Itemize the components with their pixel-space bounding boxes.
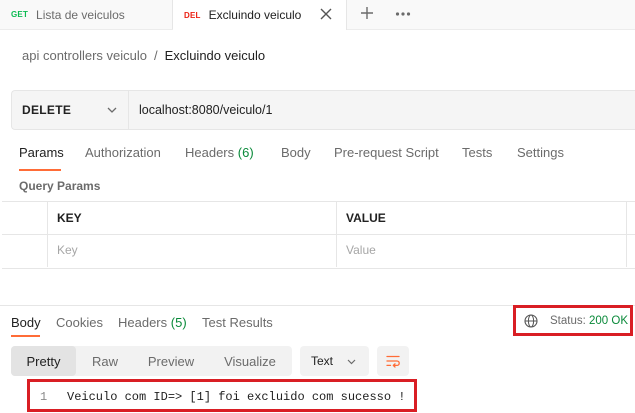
column-header-value: VALUE [346, 211, 386, 225]
tab-headers[interactable]: Headers (6) [185, 145, 254, 160]
line-number: 1 [40, 390, 48, 404]
table-column-divider [47, 201, 48, 267]
response-body-text: Veiculo com ID=> [1] foi excluido com su… [67, 390, 406, 404]
status-label: Status: [550, 315, 586, 327]
request-url-bar: DELETE [11, 90, 635, 130]
method-select[interactable]: DELETE [12, 91, 129, 129]
breadcrumb: api controllers veiculo / Excluindo veic… [22, 48, 265, 63]
more-icon[interactable] [394, 6, 412, 22]
globe-icon[interactable] [524, 314, 538, 328]
tab-excluindo-veiculo[interactable]: DEL Excluindo veiculo [173, 0, 347, 30]
active-tab-indicator [19, 169, 61, 171]
wrap-lines-icon [386, 355, 400, 368]
tab-headers-label: Headers [185, 145, 235, 160]
format-toggle-group: Pretty Raw Preview Visualize [11, 346, 292, 376]
status-highlight: Status: 200 OK [513, 305, 633, 336]
response-tab-headers[interactable]: Headers (5) [118, 315, 187, 330]
tab-headers-count: (6) [237, 145, 254, 160]
query-params-title: Query Params [19, 179, 101, 193]
query-params-table [2, 201, 635, 269]
tab-method-get: GET [11, 10, 29, 19]
tab-body[interactable]: Body [281, 145, 311, 160]
table-row-divider [2, 234, 635, 235]
tab-authorization[interactable]: Authorization [85, 145, 161, 160]
response-type-select[interactable]: Text [300, 346, 369, 376]
breadcrumb-separator: / [154, 48, 158, 63]
breadcrumb-current: Excluindo veiculo [164, 48, 266, 63]
table-column-divider [626, 201, 627, 267]
tab-bar: GET Lista de veiculos DEL Excluindo veic… [0, 0, 635, 30]
table-column-divider [336, 201, 337, 267]
param-key-input[interactable]: Key [57, 243, 78, 257]
chevron-down-icon [107, 107, 117, 113]
tab-method-del: DEL [184, 10, 201, 20]
response-type-value: Text [311, 354, 334, 368]
request-tabs: Params Authorization Headers (6) Body Pr… [0, 140, 635, 170]
tab-tests[interactable]: Tests [462, 145, 492, 160]
plus-icon[interactable] [358, 4, 376, 22]
method-select-value: DELETE [22, 103, 72, 117]
chevron-down-icon [347, 359, 356, 365]
format-preview-button[interactable]: Preview [134, 346, 208, 376]
tab-params[interactable]: Params [19, 145, 64, 160]
response-tab-cookies[interactable]: Cookies [56, 315, 103, 330]
response-tab-headers-label: Headers [118, 315, 168, 330]
status-indicator[interactable]: Status: 200 OK [550, 315, 628, 327]
url-input[interactable] [129, 91, 635, 129]
response-body-highlight: 1 Veiculo com ID=> [1] foi excluido com … [27, 379, 417, 412]
column-header-key: KEY [57, 211, 82, 225]
status-value: 200 OK [589, 315, 629, 327]
response-tab-headers-count: (5) [170, 315, 187, 330]
tab-lista-de-veiculos[interactable]: GET Lista de veiculos [0, 0, 173, 29]
tab-settings[interactable]: Settings [517, 145, 564, 160]
response-tab-test-results[interactable]: Test Results [202, 315, 273, 330]
breadcrumb-parent[interactable]: api controllers veiculo [22, 48, 147, 63]
response-tab-body[interactable]: Body [11, 315, 41, 330]
format-visualize-button[interactable]: Visualize [208, 346, 292, 376]
tab-label: Lista de veiculos [36, 7, 125, 22]
tab-label: Excluindo veiculo [208, 8, 302, 22]
close-icon[interactable] [318, 6, 334, 22]
param-value-input[interactable]: Value [346, 243, 376, 257]
format-pretty-button[interactable]: Pretty [11, 346, 76, 376]
wrap-lines-button[interactable] [377, 346, 409, 376]
active-response-tab-indicator [11, 335, 40, 337]
tab-prerequest-script[interactable]: Pre-request Script [334, 145, 439, 160]
format-raw-button[interactable]: Raw [76, 346, 134, 376]
